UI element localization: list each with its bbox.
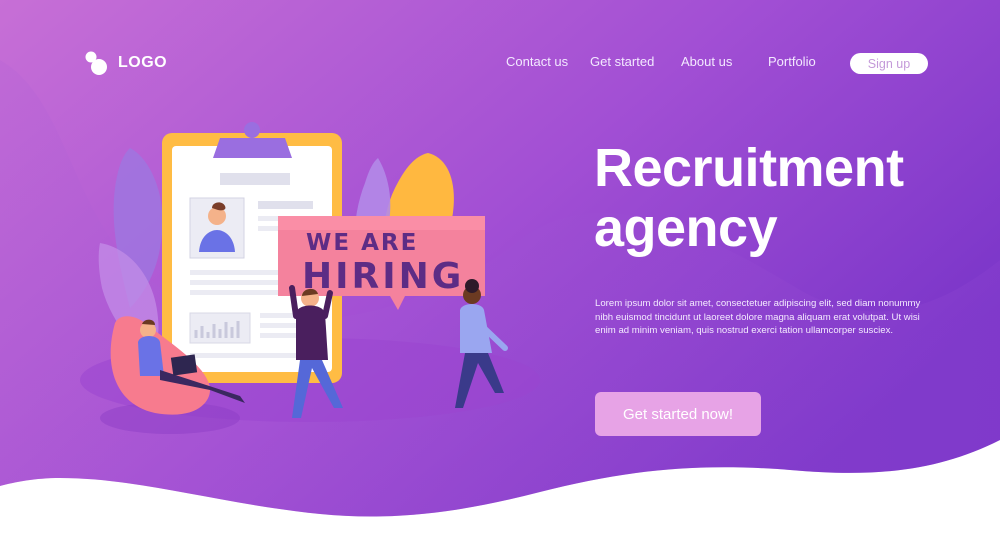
paper-line: [190, 353, 300, 358]
nav-about-us[interactable]: About us: [681, 54, 732, 69]
get-started-now-button[interactable]: Get started now!: [595, 392, 761, 436]
paper-line: [220, 173, 290, 185]
landing-page: LOGO Contact us Get started About us Por…: [0, 0, 1000, 544]
hero-description: Lorem ipsum dolor sit amet, consectetuer…: [595, 298, 921, 336]
nav-contact-us[interactable]: Contact us: [506, 54, 568, 69]
nav-get-started[interactable]: Get started: [590, 54, 654, 69]
paper-chart: [189, 312, 251, 344]
nav-portfolio[interactable]: Portfolio: [768, 54, 816, 69]
sign-up-button[interactable]: Sign up: [850, 53, 928, 74]
clipboard-clip: [213, 138, 292, 158]
sign-line-1: WE ARE: [306, 230, 418, 256]
page-title: Recruitment agency: [594, 138, 904, 258]
paper-line: [258, 201, 313, 209]
paper-line: [190, 280, 280, 285]
title-line-2: agency: [594, 198, 778, 258]
clipboard-clip: [244, 122, 260, 138]
hiring-illustration: WE ARE HIRING: [80, 122, 540, 434]
paper-line: [190, 290, 290, 295]
sign-line-2: HIRING: [302, 256, 464, 297]
title-line-1: Recruitment: [594, 138, 904, 198]
